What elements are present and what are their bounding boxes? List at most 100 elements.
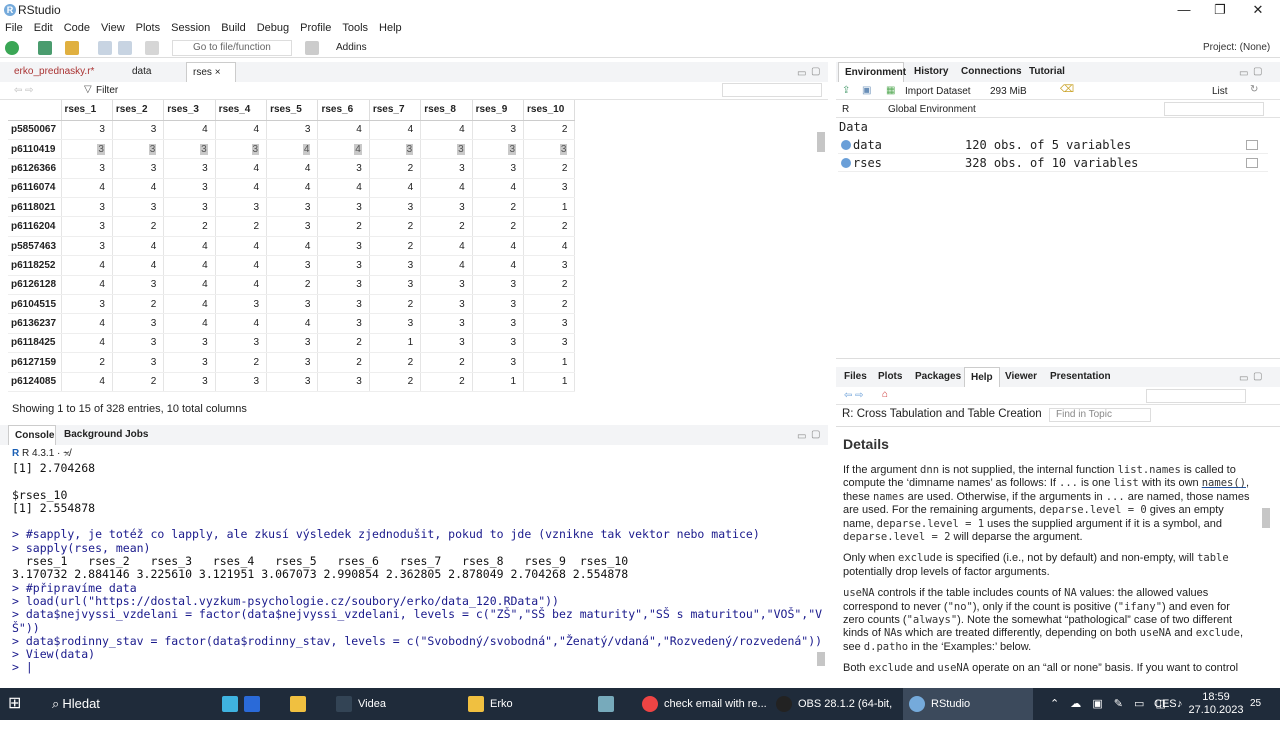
table-cell[interactable]: 3 [317,197,370,218]
table-cell[interactable]: 3 [523,313,576,334]
table-cell[interactable]: 2 [163,216,216,237]
table-cell[interactable]: 2 [523,294,576,315]
clock[interactable]: 18:59 27.10.2023 [1188,688,1244,720]
table-cell[interactable]: 3 [163,178,216,199]
table-cell[interactable]: 4 [112,236,165,257]
column-header[interactable]: rses_9 [472,100,525,121]
table-cell[interactable]: 4 [61,333,113,354]
input-language[interactable]: CES [1154,688,1177,720]
table-cell[interactable]: 2 [420,372,473,392]
minimize-button[interactable]: — [1165,0,1203,20]
table-cell[interactable]: 4 [215,313,268,334]
table-cell[interactable]: 4 [163,313,216,334]
table-row[interactable]: p5850067 3 3 4 4 3 4 4 4 3 2 [8,120,576,140]
table-cell[interactable]: 4 [472,255,525,276]
tab-console[interactable]: Console [8,425,56,445]
tab-erko-prednasky[interactable]: erko_prednasky.r* [8,62,116,82]
table-cell[interactable]: 4 [266,236,319,257]
table-row[interactable]: p6126128 4 3 4 4 2 3 3 3 3 2 [8,275,576,296]
table-cell[interactable]: 4 [215,158,268,179]
help-search-input[interactable] [1146,389,1246,403]
env-item-rses[interactable]: rses 328 obs. of 10 variables [838,154,1268,172]
taskbar-item-rstudio[interactable]: RStudio [903,688,1033,720]
taskbar-item-videa[interactable]: Videa [330,688,450,720]
table-cell[interactable]: 3 [112,313,165,334]
tab-files[interactable]: Files [838,367,873,387]
file-explorer-icon[interactable] [290,688,320,720]
table-row[interactable]: p6118252 4 4 4 4 3 3 3 4 4 3 [8,255,576,276]
table-cell[interactable]: 3 [215,197,268,218]
table-cell[interactable]: 2 [266,275,319,296]
table-cell[interactable]: 3 [369,275,422,296]
new-project-icon[interactable] [38,41,52,55]
table-cell[interactable]: 4 [472,236,525,257]
expand-icon[interactable] [841,158,851,168]
table-cell[interactable]: 4 [112,255,165,276]
addins-menu[interactable]: Addins [336,42,367,53]
table-cell[interactable]: 4 [369,120,422,140]
refresh-icon[interactable]: ↻ [1250,84,1258,95]
table-cell[interactable]: 3 [61,294,113,315]
table-row[interactable]: p6116074 4 4 3 4 4 4 4 4 4 3 [8,178,576,199]
console-output[interactable]: [1] 2.704268 $rses_10 [1] 2.554878 > #sappl… [12,461,822,675]
table-cell[interactable]: 3 [472,313,525,334]
table-row[interactable]: p6110419 3 3 3 3 4 4 3 3 3 3 [8,139,576,160]
table-row[interactable]: p6118425 4 3 3 3 3 2 1 3 3 3 [8,333,576,354]
menu-session[interactable]: Session [166,20,216,34]
table-cell[interactable]: 3 [523,333,576,354]
open-file-icon[interactable] [65,41,79,55]
table-cell[interactable]: 3 [266,120,319,140]
menu-view[interactable]: View [96,20,131,34]
tab-background-jobs[interactable]: Background Jobs × [58,425,158,460]
view-mode-menu[interactable]: List [1212,86,1228,97]
tab-data[interactable]: data [126,62,178,82]
table-cell[interactable]: 4 [266,313,319,334]
table-cell[interactable]: 2 [112,294,165,315]
print-icon[interactable] [145,41,159,55]
column-header[interactable]: rses_3 [163,100,216,121]
windows-start-icon[interactable]: ⊞ [8,688,21,720]
table-cell[interactable]: 2 [523,120,576,140]
goto-file-input[interactable]: Go to file/function [172,40,292,56]
broom-icon[interactable]: ⌫ [1060,84,1074,95]
table-cell[interactable]: 3 [61,139,113,160]
column-header[interactable]: rses_8 [420,100,473,121]
table-cell[interactable]: 3 [163,197,216,218]
column-header[interactable]: rses_5 [266,100,319,121]
table-cell[interactable]: 4 [163,275,216,296]
table-cell[interactable]: 3 [317,255,370,276]
language-select[interactable]: R [842,104,849,115]
table-cell[interactable]: 4 [523,236,576,257]
table-cell[interactable]: 1 [523,372,576,392]
table-cell[interactable]: 4 [215,120,268,140]
table-row[interactable]: p6126366 3 3 3 4 4 3 2 3 3 2 [8,158,576,179]
table-cell[interactable]: 4 [266,178,319,199]
table-cell[interactable]: 3 [317,158,370,179]
table-row[interactable]: p6127159 2 3 3 2 3 2 2 2 3 1 [8,352,576,373]
table-cell[interactable]: 3 [369,197,422,218]
table-cell[interactable]: 3 [472,139,525,160]
table-cell[interactable]: 2 [472,216,525,237]
table-cell[interactable]: 4 [420,255,473,276]
table-cell[interactable]: 3 [163,372,216,392]
table-cell[interactable]: 3 [472,352,525,373]
view-table-icon[interactable] [1246,140,1258,150]
table-cell[interactable]: 3 [317,294,370,315]
table-cell[interactable]: 3 [472,275,525,296]
table-cell[interactable]: 3 [163,158,216,179]
memory-usage[interactable]: 293 MiB [990,86,1027,97]
table-cell[interactable]: 3 [215,139,268,160]
table-cell[interactable]: 4 [61,178,113,199]
filter-button[interactable]: Filter [96,85,118,96]
pinned-apps[interactable] [222,688,272,720]
table-row[interactable]: p6118021 3 3 3 3 3 3 3 3 2 1 [8,197,576,218]
grid-scrollbar[interactable] [817,132,825,152]
table-cell[interactable]: 3 [523,139,576,160]
table-cell[interactable]: 3 [215,372,268,392]
table-cell[interactable]: 4 [163,255,216,276]
taskbar-item-obs[interactable]: OBS 28.1.2 (64-bit, ... [770,688,898,742]
table-cell[interactable]: 3 [472,333,525,354]
table-cell[interactable]: 2 [420,216,473,237]
filter-icon[interactable]: ▽ [84,84,92,95]
table-cell[interactable]: 3 [215,333,268,354]
